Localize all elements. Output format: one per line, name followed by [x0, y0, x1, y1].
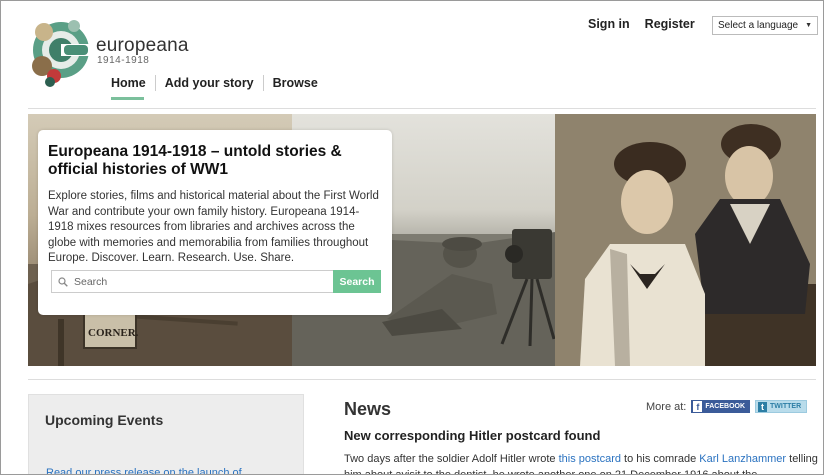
- hero-description: Explore stories, films and historical ma…: [48, 190, 379, 264]
- register-link[interactable]: Register: [645, 17, 695, 31]
- search-placeholder: Search: [74, 275, 108, 288]
- news-headline[interactable]: New corresponding Hitler postcard found: [344, 428, 600, 443]
- language-select[interactable]: Select a language ▼: [712, 16, 818, 35]
- brand-years: 1914-1918: [97, 55, 150, 66]
- hero-title: Europeana 1914-1918 – untold stories & o…: [48, 143, 342, 178]
- twitter-label: TWITTER: [770, 403, 802, 410]
- facebook-icon: f: [693, 401, 703, 412]
- page-frame: europeana 1914-1918 Home Add your story …: [0, 0, 824, 475]
- social-links: More at: f FACEBOOK t TWITTER: [646, 400, 808, 413]
- news-title: News: [344, 399, 392, 419]
- twitter-button[interactable]: t TWITTER: [755, 400, 808, 413]
- search-icon: [58, 276, 68, 287]
- sign-in-link[interactable]: Sign in: [588, 17, 630, 31]
- twitter-icon: t: [758, 401, 768, 412]
- article-text-1: Two days after the soldier Adolf Hitler …: [344, 453, 559, 465]
- hero-banner: CORNER. Europeana 1914-1918 – untold sto…: [28, 114, 816, 366]
- search-input[interactable]: Search: [51, 270, 333, 293]
- language-select-value: Select a language: [718, 20, 799, 31]
- search-bar: Search Search: [51, 270, 381, 293]
- article-text-2: to his comrade: [620, 453, 700, 465]
- nav-home[interactable]: Home: [103, 75, 155, 91]
- nav-add-your-story[interactable]: Add your story: [154, 75, 263, 91]
- upcoming-events-panel: Upcoming Events Read our press release o…: [28, 394, 304, 474]
- karl-lanzhammer-link[interactable]: Karl Lanzhammer: [699, 453, 786, 465]
- facebook-button[interactable]: f FACEBOOK: [691, 400, 751, 413]
- facebook-label: FACEBOOK: [705, 403, 746, 410]
- content-divider: [28, 379, 816, 380]
- events-title: Upcoming Events: [45, 412, 164, 428]
- more-at-label: More at:: [646, 400, 687, 413]
- postcard-link[interactable]: this postcard: [559, 453, 621, 465]
- account-links: Sign in Register: [588, 17, 695, 31]
- events-press-release-link[interactable]: Read our press release on the launch of: [46, 467, 242, 474]
- chevron-down-icon: ▼: [805, 22, 812, 29]
- main-nav: Home Add your story Browse: [103, 75, 327, 91]
- hero-sign-text: CORNER.: [88, 327, 139, 339]
- brand-name: europeana: [96, 35, 189, 56]
- nav-browse[interactable]: Browse: [262, 75, 327, 91]
- news-article: Two days after the soldier Adolf Hitler …: [344, 451, 823, 474]
- intro-card: Europeana 1914-1918 – untold stories & o…: [38, 130, 392, 315]
- search-button[interactable]: Search: [333, 270, 381, 293]
- europeana-logo[interactable]: [30, 14, 98, 94]
- hero-photo-girls: [555, 114, 816, 366]
- active-nav-indicator: [111, 97, 144, 100]
- header-divider: [28, 108, 816, 109]
